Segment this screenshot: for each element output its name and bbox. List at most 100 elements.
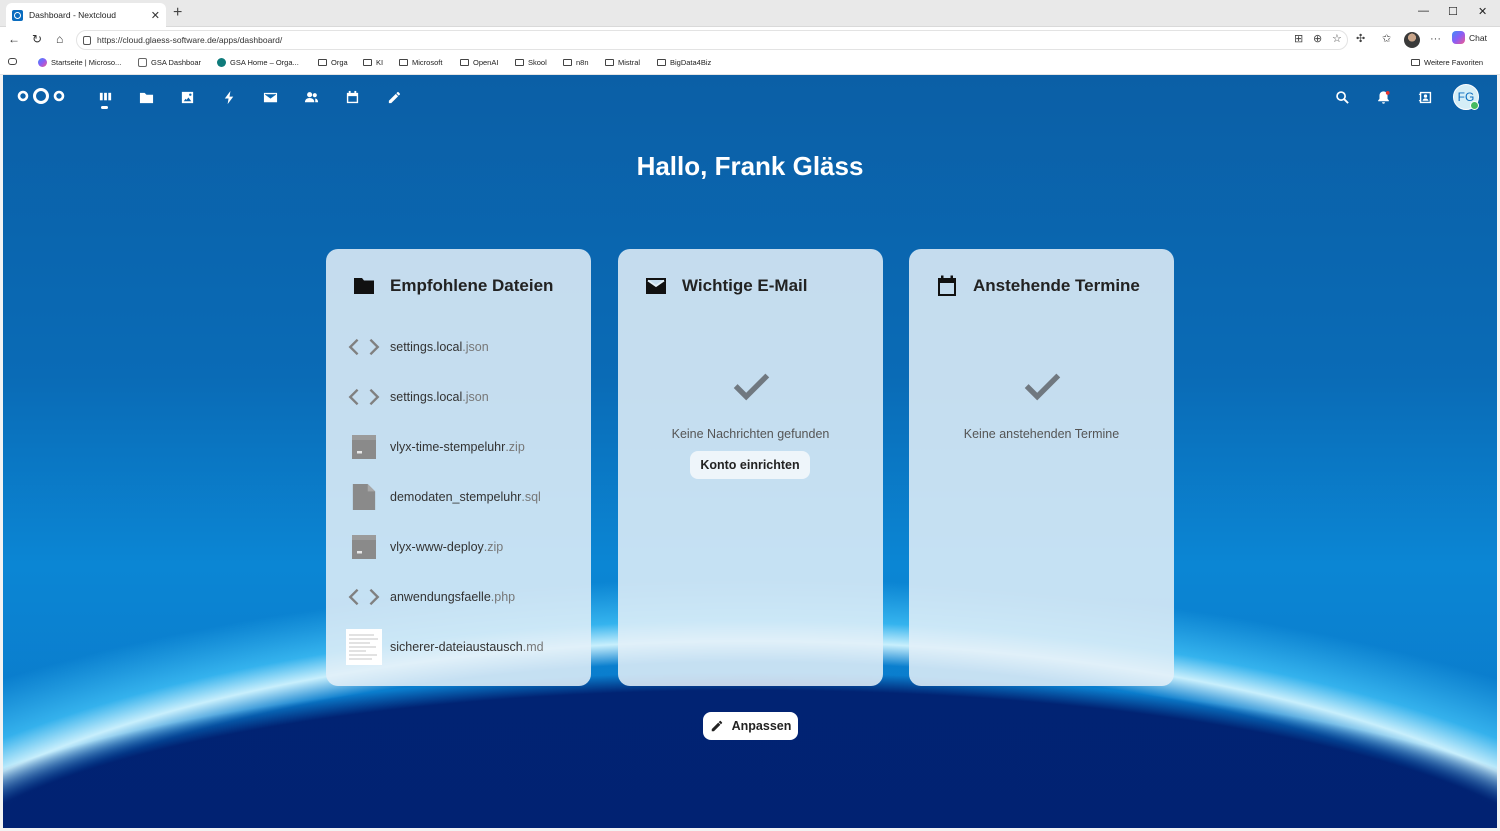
bookmark-openai[interactable]: OpenAI: [460, 58, 498, 67]
contacts-menu-icon[interactable]: [1416, 88, 1434, 106]
nextcloud-favicon-icon: [12, 9, 23, 21]
maximize-icon[interactable]: ☐: [1448, 5, 1458, 18]
dashboard-icon[interactable]: [96, 88, 114, 106]
copilot-icon: [38, 58, 47, 67]
favorites-icon[interactable]: ✩: [1382, 33, 1391, 45]
folder-icon: [363, 59, 372, 66]
copilot-chat-button[interactable]: Chat: [1452, 31, 1487, 44]
bookmark-mistral[interactable]: Mistral: [605, 58, 640, 67]
chat-label: Chat: [1469, 32, 1487, 43]
checkmark-icon: [618, 364, 883, 415]
nextcloud-header: FG: [3, 75, 1497, 119]
pencil-icon: [711, 720, 722, 732]
tab-close-icon[interactable]: ✕: [151, 9, 160, 22]
photos-icon[interactable]: [178, 88, 196, 106]
mail-icon[interactable]: [261, 88, 279, 106]
notes-icon[interactable]: [385, 88, 403, 106]
archive-file-icon: [346, 429, 382, 465]
bookmark-microsoft[interactable]: Microsoft: [399, 58, 442, 67]
document-preview-icon: [346, 629, 382, 665]
url-bar[interactable]: https://cloud.glaess-software.de/apps/da…: [76, 30, 1348, 50]
panel-header: Empfohlene Dateien: [352, 274, 553, 298]
empty-state-text: Keine anstehenden Termine: [963, 427, 1120, 441]
home-icon[interactable]: ⌂: [56, 32, 63, 46]
reading-view-icon[interactable]: [8, 58, 17, 65]
checkmark-icon: [909, 364, 1174, 415]
bookmark-bigdata4biz[interactable]: BigData4Biz: [657, 58, 711, 67]
panel-header: Anstehende Termine: [935, 274, 1140, 298]
code-file-icon: [346, 329, 382, 365]
copilot-icon: [1452, 31, 1465, 44]
calendar-icon: [938, 275, 956, 296]
folder-icon: [657, 59, 666, 66]
bookmark-n8n[interactable]: n8n: [563, 58, 589, 67]
bookmark-startseite[interactable]: Startseite | Microso...: [38, 58, 121, 67]
panel-important-mail: Wichtige E-Mail Keine Nachrichten gefund…: [618, 249, 883, 686]
panel-header: Wichtige E-Mail: [644, 274, 807, 298]
code-file-icon: [346, 379, 382, 415]
bookmark-gsa-dashboar[interactable]: GSA Dashboar: [138, 58, 201, 67]
file-item[interactable]: demodaten_stempeluhr .sql: [346, 479, 586, 515]
minimize-icon[interactable]: —: [1418, 5, 1429, 17]
archive-file-icon: [346, 529, 382, 565]
bookmark-ki[interactable]: KI: [363, 58, 383, 67]
activity-icon[interactable]: [220, 88, 238, 106]
file-item[interactable]: anwendungsfaelle .php: [346, 579, 586, 615]
calendar-icon[interactable]: [343, 88, 361, 106]
site-info-icon[interactable]: [83, 36, 91, 45]
panel-title: Anstehende Termine: [973, 276, 1140, 295]
bookmark-skool[interactable]: Skool: [515, 58, 547, 67]
browser-tab[interactable]: Dashboard - Nextcloud ✕: [6, 3, 166, 27]
extensions-icon[interactable]: ✣: [1356, 33, 1365, 45]
file-item[interactable]: vlyx-time-stempeluhr .zip: [346, 429, 586, 465]
nextcloud-app: FG Hallo, Frank Gläss Empfohlene Dateien…: [3, 75, 1497, 828]
panel-title: Wichtige E-Mail: [682, 276, 808, 295]
code-file-icon: [346, 579, 382, 615]
customize-label: Anpassen: [731, 719, 792, 733]
nextcloud-logo-icon[interactable]: [16, 87, 66, 105]
file-item[interactable]: vlyx-www-deploy .zip: [346, 529, 586, 565]
greeting-title: Hallo, Frank Gläss: [636, 151, 864, 181]
file-item[interactable]: settings.local .json: [346, 329, 586, 365]
browser-profile-avatar[interactable]: [1404, 32, 1420, 48]
search-icon[interactable]: [1333, 88, 1351, 106]
folder-icon: [318, 59, 327, 66]
setup-account-button[interactable]: Konto einrichten: [690, 451, 810, 479]
generic-file-icon: [346, 479, 382, 515]
bookmark-other-favorites[interactable]: Weitere Favoriten: [1411, 58, 1483, 67]
user-avatar[interactable]: FG: [1453, 84, 1479, 110]
panel-upcoming-events: Anstehende Termine Keine anstehenden Ter…: [909, 249, 1174, 686]
address-toolbar: ← ↻ ⌂ https://cloud.glaess-software.de/a…: [0, 27, 1500, 53]
notifications-icon[interactable]: [1374, 88, 1392, 106]
contacts-icon[interactable]: [302, 88, 320, 106]
folder-icon: [515, 59, 524, 66]
mail-icon: [646, 278, 666, 294]
files-icon[interactable]: [137, 88, 155, 106]
panel-recommended-files: Empfohlene Dateien settings.local .json s…: [326, 249, 591, 686]
folder-icon: [460, 59, 469, 66]
file-item[interactable]: sicherer-dateiaustausch .md: [346, 629, 586, 665]
new-tab-button[interactable]: +: [173, 4, 182, 22]
reload-icon[interactable]: ↻: [32, 32, 42, 46]
file-item[interactable]: settings.local .json: [346, 379, 586, 415]
more-menu-icon[interactable]: ···: [1430, 33, 1441, 45]
zoom-icon[interactable]: ⊕: [1313, 33, 1322, 45]
bookmark-orga[interactable]: Orga: [318, 58, 348, 67]
online-status-icon: [1470, 101, 1479, 110]
url-text: https://cloud.glaess-software.de/apps/da…: [97, 35, 283, 45]
panel-title: Empfohlene Dateien: [390, 276, 554, 295]
folder-icon: [1411, 59, 1420, 66]
folder-icon: [605, 59, 614, 66]
close-window-icon[interactable]: ✕: [1478, 5, 1487, 18]
back-icon[interactable]: ←: [8, 32, 20, 46]
folder-icon: [399, 59, 408, 66]
favorite-star-icon[interactable]: ☆: [1332, 33, 1342, 45]
active-app-indicator: [101, 106, 108, 109]
folder-icon: [563, 59, 572, 66]
app-available-icon[interactable]: ⊞: [1294, 33, 1303, 45]
customize-button[interactable]: Anpassen: [703, 712, 798, 740]
folder-icon: [354, 278, 374, 294]
chart-icon: [138, 58, 147, 67]
tab-title: Dashboard - Nextcloud: [29, 10, 116, 20]
bookmark-gsa-home[interactable]: GSA Home – Orga...: [217, 58, 299, 67]
